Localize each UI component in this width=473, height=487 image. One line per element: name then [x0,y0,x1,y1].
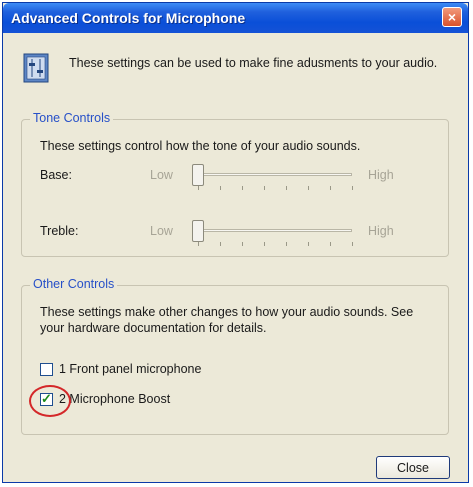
audio-settings-icon [23,53,49,86]
front-panel-microphone-checkbox[interactable] [40,362,53,376]
bass-slider-thumb[interactable] [192,164,204,186]
bass-high-label: High [368,168,394,182]
treble-high-label: High [368,224,394,238]
tone-controls-description: These settings control how the tone of y… [40,139,361,153]
bass-slider-track [198,173,352,176]
window-title: Advanced Controls for Microphone [11,10,246,26]
treble-slider-thumb[interactable] [192,220,204,242]
front-panel-microphone-label: 1 Front panel microphone [59,362,202,376]
microphone-boost-checkbox[interactable] [29,384,71,417]
highlight-circle [29,384,71,417]
bass-label: Base: [40,168,72,182]
tone-controls-group: Tone Controls These settings control how… [21,111,449,257]
other-controls-description: These settings make other changes to how… [40,305,414,335]
bass-slider[interactable] [192,164,362,190]
close-icon: × [447,9,457,25]
other-controls-label: Other Controls [30,277,118,291]
close-button[interactable]: Close [376,456,450,479]
microphone-boost-option[interactable]: 2 Microphone Boost [29,384,171,417]
other-controls-group: Other Controls These settings make other… [21,277,449,435]
title-bar[interactable]: Advanced Controls for Microphone × [3,3,468,33]
window-close-button[interactable]: × [442,7,462,27]
front-panel-microphone-option[interactable]: 1 Front panel microphone [40,362,201,376]
treble-low-label: Low [150,224,173,238]
treble-slider[interactable] [192,220,362,246]
intro-text: These settings can be used to make fine … [69,56,438,70]
treble-slider-track [198,229,352,232]
tone-controls-label: Tone Controls [30,111,114,125]
bass-low-label: Low [150,168,173,182]
microphone-boost-label: 2 Microphone Boost [59,392,171,406]
treble-label: Treble: [40,224,79,238]
dialog-window: Advanced Controls for Microphone × These… [2,2,469,483]
